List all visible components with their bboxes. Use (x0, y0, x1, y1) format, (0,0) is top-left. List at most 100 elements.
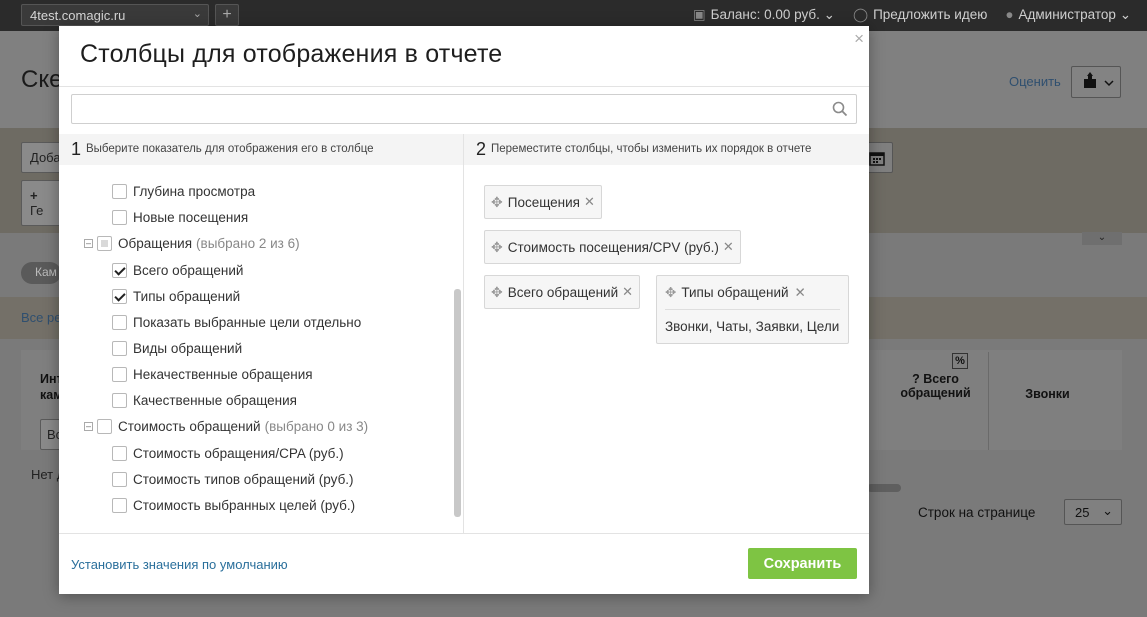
drag-handle-icon[interactable]: ✥ (665, 285, 676, 301)
save-button[interactable]: Сохранить (748, 548, 857, 579)
table-header-calls: Звонки (1025, 387, 1070, 401)
column-divider (463, 134, 464, 533)
checkbox-checked[interactable] (112, 262, 127, 278)
list-item-label: Стоимость обращения/CPA (руб.) (133, 445, 344, 461)
wallet-icon: ▣ (692, 7, 706, 22)
column-chip-cpv[interactable]: ✥ Стоимость посещения/CPV (руб.) ✕ (484, 230, 741, 264)
reset-defaults-link[interactable]: Установить значения по умолчанию (71, 557, 288, 572)
title-divider (59, 86, 869, 87)
list-item-label: Качественные обращения (133, 392, 297, 408)
list-item[interactable]: Стоимость обращения/CPA (руб.) (112, 443, 344, 463)
list-item[interactable]: Качественные обращения (112, 390, 297, 410)
checkbox[interactable] (112, 183, 127, 199)
add-site-button[interactable]: + (215, 4, 239, 26)
list-item[interactable]: Типы обращений (112, 286, 240, 306)
balance-menu[interactable]: ▣ Баланс: 0.00 руб. ⌄ (693, 7, 835, 23)
table-scrollbar[interactable] (867, 484, 901, 492)
user-icon: ● (1005, 7, 1014, 22)
group-button[interactable]: + Ге (21, 180, 63, 226)
remove-icon[interactable]: ✕ (622, 284, 633, 300)
checkbox[interactable] (112, 497, 127, 513)
column-chip-label: Посещения (507, 194, 580, 210)
list-item[interactable]: Некачественные обращения (112, 364, 313, 384)
columns-modal: Столбцы для отображения в отчете × 1 Выб… (59, 26, 869, 594)
right-column-header: 2 Переместите столбцы, чтобы изменить их… (464, 134, 869, 165)
rate-link[interactable]: Оценить (1009, 74, 1061, 89)
collapse-toggle-icon[interactable]: – (84, 421, 93, 431)
checkbox[interactable] (97, 418, 112, 434)
export-button[interactable] (1071, 66, 1121, 98)
site-select[interactable]: 4test.comagic.ru ⌄ (21, 4, 209, 26)
user-name: Администратор (1018, 7, 1116, 22)
checkbox[interactable] (112, 314, 127, 330)
campaign-chip[interactable]: Кам (21, 262, 61, 284)
checkbox[interactable] (112, 445, 127, 461)
table-column-divider (988, 352, 989, 450)
list-item[interactable]: Стоимость выбранных целей (руб.) (112, 495, 355, 515)
help-icon: ? (912, 372, 920, 386)
column-chip-visits[interactable]: ✥ Посещения ✕ (484, 185, 602, 219)
share-icon (1084, 72, 1114, 88)
checkbox-partial[interactable] (97, 235, 112, 251)
list-group-count: (выбрано 0 из 3) (264, 418, 369, 434)
user-menu[interactable]: ● Администратор ⌄ (1005, 7, 1131, 23)
drag-handle-icon[interactable]: ✥ (491, 194, 503, 211)
column-chip-request-types[interactable]: ✥ Типы обращений ✕ Звонки, Чаты, Заявки,… (656, 275, 849, 344)
list-group-requests[interactable]: – Обращения (выбрано 2 из 6) (84, 233, 300, 253)
checkbox[interactable] (112, 366, 127, 382)
left-column-header: 1 Выберите показатель для отображения ег… (59, 134, 463, 165)
list-item[interactable]: Новые посещения (112, 207, 248, 227)
remove-icon[interactable]: ✕ (584, 194, 595, 210)
suggest-idea-link[interactable]: ◯ Предложить идею (853, 7, 987, 23)
left-column-instruction: Выберите показатель для отображения его … (86, 143, 374, 155)
percent-toggle[interactable]: % (952, 353, 968, 369)
lightbulb-icon: ◯ (852, 7, 869, 22)
checkbox[interactable] (112, 471, 127, 487)
column-chip-label: Типы обращений (681, 285, 789, 300)
drag-handle-icon[interactable]: ✥ (491, 284, 503, 301)
list-item[interactable]: Глубина просмотра (112, 181, 255, 201)
chevron-down-icon: ⌄ (1119, 7, 1131, 22)
suggest-idea-text: Предложить идею (873, 7, 988, 22)
search-field[interactable] (71, 94, 857, 124)
checkbox[interactable] (112, 209, 127, 225)
modal-title: Столбцы для отображения в отчете (80, 40, 503, 68)
list-item-label: Стоимость выбранных целей (руб.) (133, 497, 356, 513)
collapse-toggle-icon[interactable]: – (84, 238, 93, 248)
list-item[interactable]: Показать выбранные цели отдельно (112, 312, 361, 332)
list-item-label: Новые посещения (133, 209, 249, 225)
list-item[interactable]: Всего обращений (112, 260, 243, 280)
list-group-request-cost[interactable]: – Стоимость обращений (выбрано 0 из 3) (84, 416, 368, 436)
tree-scrollbar[interactable] (454, 289, 461, 517)
collapse-filters-toggle[interactable]: ⌄ (1082, 232, 1122, 245)
chevron-down-icon: ⌄ (192, 8, 202, 20)
list-group-label: Обращения (118, 235, 193, 251)
list-item[interactable]: Виды обращений (112, 338, 242, 358)
group-button-label: Ге (30, 203, 44, 218)
rows-per-page-select[interactable]: 25 ⌄ (1064, 499, 1122, 525)
search-icon (832, 101, 848, 117)
list-item[interactable]: Стоимость типов обращений (руб.) (112, 469, 354, 489)
balance-text: Баланс: 0.00 руб. (710, 7, 820, 22)
chevron-down-icon: ⌄ (1102, 503, 1113, 518)
column-chip-total-requests[interactable]: ✥ Всего обращений ✕ (484, 275, 641, 309)
checkbox[interactable] (112, 392, 127, 408)
list-item-label: Всего обращений (133, 262, 244, 278)
search-input[interactable] (72, 95, 856, 123)
all-results-link[interactable]: Все ре (21, 310, 61, 325)
list-item-label: Некачественные обращения (133, 366, 313, 382)
list-item-label: Показать выбранные цели отдельно (133, 314, 362, 330)
close-icon[interactable]: × (854, 29, 864, 49)
list-group-label: Стоимость обращений (118, 418, 261, 434)
checkbox[interactable] (112, 340, 127, 356)
list-group-count: (выбрано 2 из 6) (196, 235, 300, 251)
remove-icon[interactable]: ✕ (723, 239, 734, 255)
remove-icon[interactable]: ✕ (795, 285, 806, 301)
table-header-total-requests-label: Всего обращений (900, 372, 971, 400)
site-select-value: 4test.comagic.ru (30, 8, 126, 23)
list-item-label: Виды обращений (133, 340, 243, 356)
drag-handle-icon[interactable]: ✥ (491, 239, 503, 256)
list-item-label: Типы обращений (133, 288, 241, 304)
calendar-icon (868, 152, 885, 166)
checkbox-checked[interactable] (112, 288, 127, 304)
